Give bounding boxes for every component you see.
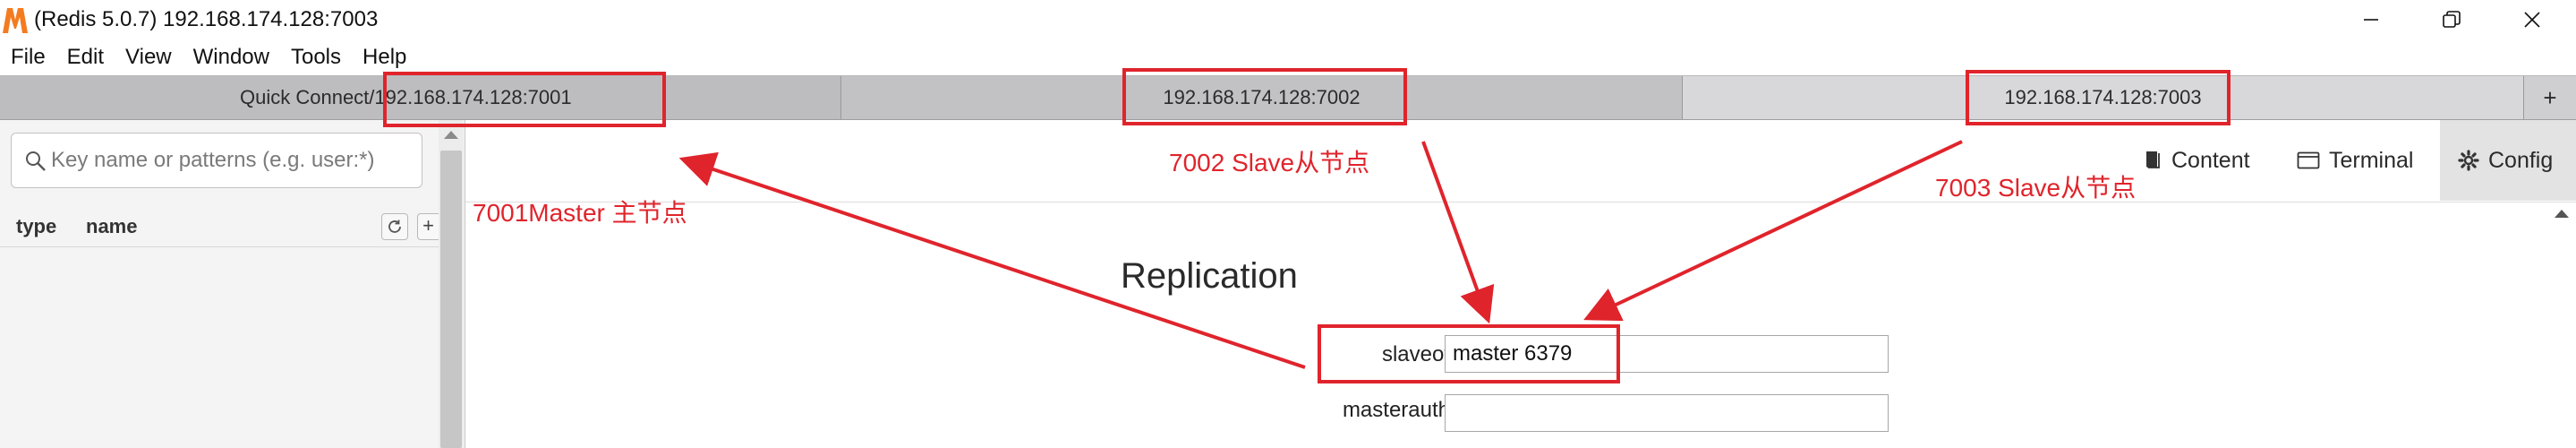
- add-tab-button[interactable]: +: [2524, 76, 2576, 119]
- menu-edit[interactable]: Edit: [67, 44, 104, 71]
- server-config-panel: Content Terminal Config Replication slav…: [465, 120, 2576, 448]
- config-button[interactable]: Config: [2440, 120, 2576, 201]
- window-title: (Redis 5.0.7) 192.168.174.128:7003: [34, 7, 379, 31]
- reload-button[interactable]: [381, 213, 408, 240]
- restore-button[interactable]: [2411, 0, 2492, 39]
- server-toolbar: Content Terminal Config: [465, 120, 2576, 202]
- annotation-slave-7003: 7003 Slave从节点: [1935, 174, 2137, 202]
- reload-icon: [388, 220, 401, 233]
- tab-7003[interactable]: 192.168.174.128:7003: [1683, 76, 2524, 119]
- minimize-button[interactable]: [2331, 0, 2411, 39]
- tab-7002[interactable]: 192.168.174.128:7002: [841, 76, 1683, 119]
- terminal-label: Terminal: [2329, 147, 2414, 173]
- content-button[interactable]: Content: [2143, 120, 2250, 201]
- close-button[interactable]: [2492, 0, 2572, 39]
- connection-tab-bar: Quick Connect/192.168.174.128:7001 192.1…: [0, 75, 2576, 120]
- tab-quick-connect-7001[interactable]: Quick Connect/192.168.174.128:7001: [0, 76, 841, 119]
- close-icon: [2524, 12, 2540, 28]
- key-browser-panel: type name +: [0, 120, 465, 448]
- menu-bar: File Edit View Window Tools Help: [0, 39, 2576, 75]
- menu-tools[interactable]: Tools: [291, 44, 341, 71]
- minimize-icon: [2364, 19, 2378, 21]
- key-search-input[interactable]: [51, 142, 416, 178]
- menu-view[interactable]: View: [125, 44, 172, 71]
- search-box: [11, 133, 422, 188]
- column-type: type: [16, 215, 57, 237]
- gear-icon: [2458, 150, 2479, 171]
- annotation-slave-7002: 7002 Slave从节点: [1169, 149, 1370, 177]
- restore-icon: [2443, 11, 2461, 28]
- scroll-up-arrow-icon[interactable]: [444, 131, 458, 139]
- terminal-button[interactable]: Terminal: [2297, 120, 2413, 201]
- menu-window[interactable]: Window: [193, 44, 269, 71]
- key-list-header: type name +: [0, 204, 439, 247]
- book-icon: [2146, 151, 2160, 168]
- replication-section-title: Replication: [1121, 256, 1298, 296]
- masterauth-input[interactable]: [1445, 394, 1889, 432]
- column-name: name: [86, 215, 138, 237]
- annotation-master-7001: 7001Master 主节点: [473, 199, 687, 227]
- slaveof-input[interactable]: [1445, 335, 1889, 373]
- add-key-button[interactable]: +: [417, 213, 439, 240]
- search-icon: [26, 151, 46, 171]
- menu-help[interactable]: Help: [363, 44, 406, 71]
- terminal-icon: [2297, 151, 2320, 169]
- scroll-thumb[interactable]: [440, 151, 462, 448]
- config-scroll-up-arrow-icon[interactable]: [2555, 210, 2569, 218]
- key-list-scrollbar[interactable]: [439, 120, 464, 448]
- slaveof-label: slaveof: [1381, 342, 1450, 366]
- masterauth-label: masterauth: [1342, 398, 1450, 422]
- menu-file[interactable]: File: [11, 44, 46, 71]
- app-logo-icon: [3, 8, 28, 33]
- title-bar: (Redis 5.0.7) 192.168.174.128:7003: [0, 0, 2576, 39]
- config-label: Config: [2488, 147, 2554, 173]
- content-label: Content: [2171, 147, 2250, 173]
